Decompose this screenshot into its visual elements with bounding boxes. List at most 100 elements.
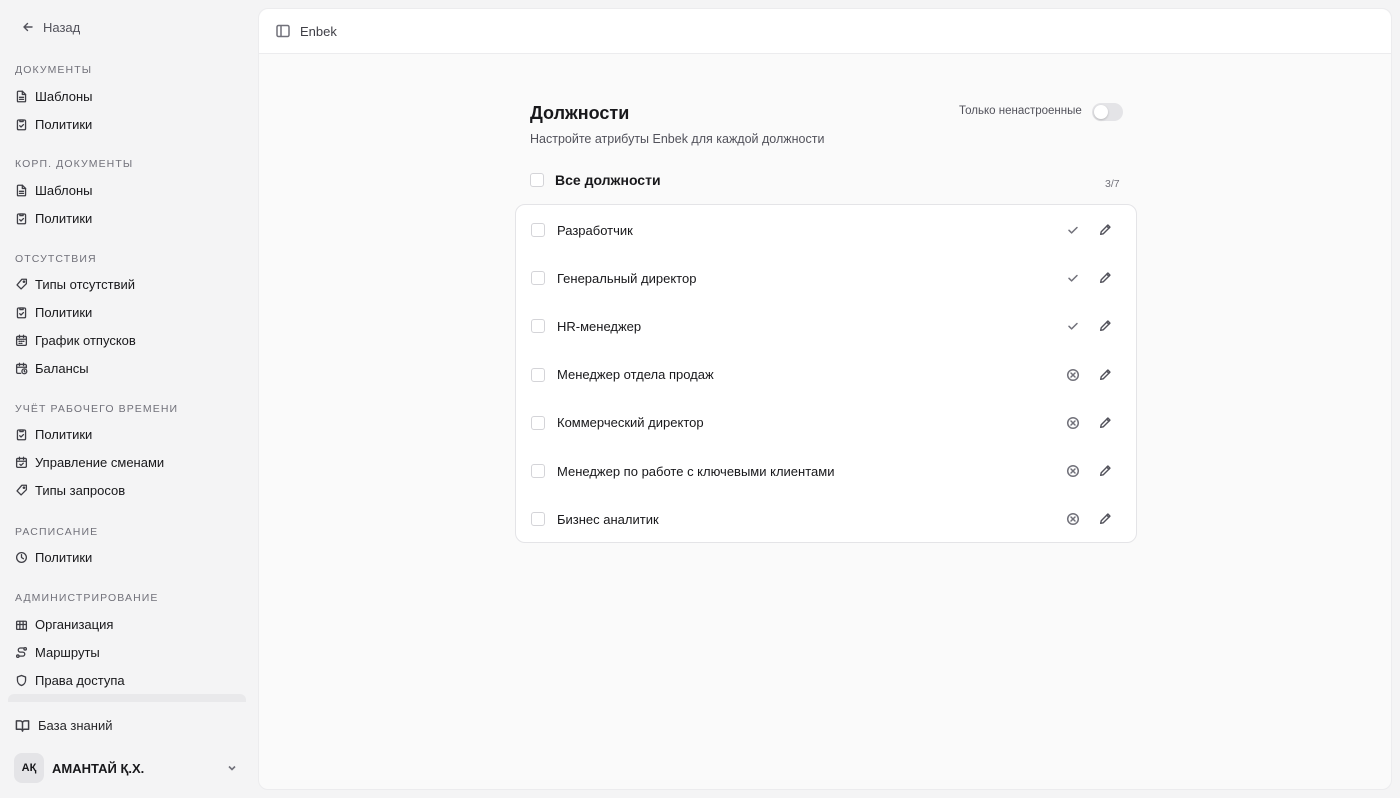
sidebar-item-label: Шаблоны: [35, 182, 93, 198]
edit-position-button[interactable]: [1099, 223, 1113, 237]
position-name: Разработчик: [557, 222, 633, 238]
unconfigured-filter-label: Только ненастроенные: [959, 105, 1082, 117]
pencil-icon: [1099, 320, 1111, 332]
sidebar-item-label: Политики: [35, 116, 93, 132]
x-circle-icon: [1066, 416, 1080, 430]
sidebar-item-absence-types[interactable]: Типы отсутствий: [8, 271, 246, 297]
select-all-label: Все должности: [555, 172, 661, 188]
route-icon: [15, 646, 28, 658]
check-icon: [1066, 271, 1080, 285]
topbar: Enbek: [259, 9, 1391, 54]
user-name: АМАНТАЙ Қ.Х.: [52, 760, 145, 776]
position-checkbox[interactable]: [531, 223, 545, 237]
main-panel: Enbek Должности Настройте атрибуты Enbek…: [258, 8, 1392, 790]
position-checkbox[interactable]: [531, 271, 545, 286]
sidebar-item-label: Типы отсутствий: [35, 276, 136, 292]
sidebar-item-shift-management[interactable]: Управление сменами: [8, 449, 246, 475]
check-icon: [1066, 319, 1080, 333]
position-name: Коммерческий директор: [557, 415, 704, 431]
building-icon: [15, 620, 28, 630]
sidebar-item-organization[interactable]: Организация: [8, 611, 246, 637]
position-row: Генеральный директор: [516, 254, 1136, 302]
sidebar-item-label: Политики: [35, 210, 93, 226]
sidebar-item-access-rights[interactable]: Права доступа: [8, 667, 246, 693]
chevron-down-icon: [228, 765, 236, 771]
edit-position-button[interactable]: [1099, 319, 1113, 333]
shield-icon: [16, 674, 27, 686]
clipboard-check-icon: [16, 212, 27, 224]
pencil-icon: [1099, 224, 1111, 236]
sidebar-item-label: Политики: [35, 426, 93, 442]
edit-position-button[interactable]: [1099, 464, 1113, 478]
clipboard-check-icon: [16, 306, 27, 318]
sidebar-item-time-policies[interactable]: Политики: [8, 421, 246, 447]
edit-position-button[interactable]: [1099, 416, 1113, 430]
position-row: Бизнес аналитик: [516, 495, 1136, 543]
pencil-icon: [1099, 465, 1111, 477]
position-name: HR-менеджер: [557, 318, 642, 334]
position-checkbox[interactable]: [531, 367, 545, 382]
pencil-icon: [1099, 272, 1111, 284]
position-name: Генеральный директор: [557, 270, 697, 286]
toggle-knob: [1094, 105, 1108, 119]
file-icon: [16, 184, 27, 196]
sidebar-toggle-button[interactable]: [276, 24, 290, 38]
select-all-checkbox[interactable]: [530, 173, 544, 187]
position-row: Менеджер по работе с ключевыми клиентами: [516, 447, 1136, 495]
positions-list: Разработчик Генеральный директор HR-менедж…: [515, 204, 1137, 543]
sidebar-item-routes[interactable]: Маршруты: [8, 639, 246, 665]
section-title-schedule: Расписание: [15, 526, 99, 538]
sidebar: Назад Документы Шаблоны Политики Корп. д…: [0, 0, 254, 798]
knowledge-base-label: База знаний: [38, 717, 113, 733]
x-circle-icon: [1066, 464, 1080, 478]
position-checkbox[interactable]: [531, 415, 545, 430]
back-button[interactable]: Назад: [22, 18, 80, 36]
pencil-icon: [1099, 513, 1111, 525]
select-all-row: Все должности: [530, 172, 661, 188]
avatar: AҚ: [14, 753, 44, 783]
sidebar-item-doc-policies[interactable]: Политики: [8, 111, 246, 137]
sidebar-item-absence-policies[interactable]: Политики: [8, 299, 246, 325]
sidebar-item-active-partial[interactable]: [8, 694, 246, 702]
position-checkbox[interactable]: [531, 319, 545, 334]
position-row: Разработчик: [516, 206, 1136, 254]
sidebar-item-schedule-policies[interactable]: Политики: [8, 544, 246, 570]
sidebar-item-vacation-schedule[interactable]: График отпусков: [8, 327, 246, 353]
position-row: Коммерческий директор: [516, 399, 1136, 447]
pencil-icon: [1099, 368, 1111, 380]
position-name: Менеджер по работе с ключевыми клиентами: [557, 463, 835, 479]
sidebar-item-label: Шаблоны: [35, 88, 93, 104]
user-menu[interactable]: AҚ АМАНТАЙ Қ.Х.: [14, 752, 244, 784]
page-subtitle: Настройте атрибуты Enbek для каждой долж…: [530, 132, 825, 146]
configured-counter: 3/7: [1105, 178, 1120, 190]
sidebar-item-corp-policies[interactable]: Политики: [8, 205, 246, 231]
sidebar-item-label: Права доступа: [35, 672, 125, 688]
knowledge-base-link[interactable]: База знаний: [8, 712, 246, 738]
tag-icon: [16, 278, 28, 290]
sidebar-item-label: Политики: [35, 549, 93, 565]
edit-position-button[interactable]: [1099, 271, 1113, 285]
sidebar-item-balances[interactable]: Балансы: [8, 355, 246, 381]
check-icon: [1066, 223, 1080, 237]
position-checkbox[interactable]: [531, 464, 545, 478]
pencil-icon: [1099, 417, 1111, 428]
book-open-icon: [15, 719, 30, 732]
file-icon: [16, 90, 27, 102]
position-name: Менеджер отдела продаж: [557, 367, 714, 383]
sidebar-item-corp-templates[interactable]: Шаблоны: [8, 177, 246, 203]
x-circle-icon: [1066, 368, 1080, 382]
calendar-icon: [15, 334, 28, 346]
position-name: Бизнес аналитик: [557, 511, 659, 527]
position-checkbox[interactable]: [531, 512, 545, 527]
page-title: Должности: [530, 103, 630, 123]
section-title-administration: Администрирование: [15, 592, 159, 604]
sidebar-item-doc-templates[interactable]: Шаблоны: [8, 83, 246, 109]
sidebar-nav: Назад Документы Шаблоны Политики Корп. д…: [0, 0, 254, 702]
unconfigured-filter-toggle[interactable]: [1092, 103, 1123, 121]
calendar-check-icon: [15, 456, 28, 468]
sidebar-item-request-types[interactable]: Типы запросов: [8, 477, 246, 503]
edit-position-button[interactable]: [1099, 512, 1113, 526]
sidebar-item-label: Типы запросов: [35, 482, 126, 498]
panel-left-icon: [276, 24, 290, 38]
edit-position-button[interactable]: [1099, 368, 1113, 382]
